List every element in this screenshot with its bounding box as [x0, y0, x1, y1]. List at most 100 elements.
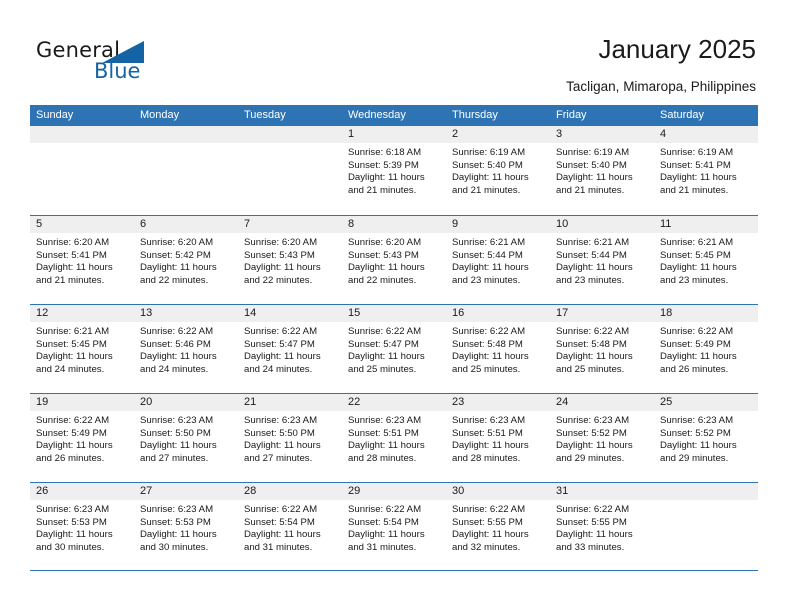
- daylight-text-line1: Daylight: 11 hours: [660, 351, 737, 363]
- day-info: Sunrise: 6:22 AM Sunset: 5:54 PM Dayligh…: [342, 500, 446, 554]
- daylight-text-line1: Daylight: 11 hours: [36, 351, 113, 363]
- day-cell[interactable]: 11 Sunrise: 6:21 AM Sunset: 5:45 PM Dayl…: [654, 216, 758, 304]
- daylight-text-line1: Daylight: 11 hours: [140, 262, 217, 274]
- day-number: 13: [134, 305, 238, 322]
- sunset-text: Sunset: 5:54 PM: [244, 516, 315, 528]
- day-cell[interactable]: 15 Sunrise: 6:22 AM Sunset: 5:47 PM Dayl…: [342, 305, 446, 393]
- day-info: Sunrise: 6:20 AM Sunset: 5:43 PM Dayligh…: [342, 233, 446, 287]
- day-number: [238, 126, 342, 143]
- daylight-text-line2: and 29 minutes.: [556, 452, 625, 464]
- sunset-text: Sunset: 5:53 PM: [36, 516, 107, 528]
- day-number: 3: [550, 126, 654, 143]
- day-cell[interactable]: 24 Sunrise: 6:23 AM Sunset: 5:52 PM Dayl…: [550, 394, 654, 482]
- calendar-grid: Sunday Monday Tuesday Wednesday Thursday…: [30, 105, 758, 571]
- day-cell[interactable]: 16 Sunrise: 6:22 AM Sunset: 5:48 PM Dayl…: [446, 305, 550, 393]
- daylight-text-line1: Daylight: 11 hours: [36, 529, 113, 541]
- day-cell[interactable]: 5 Sunrise: 6:20 AM Sunset: 5:41 PM Dayli…: [30, 216, 134, 304]
- day-cell[interactable]: 12 Sunrise: 6:21 AM Sunset: 5:45 PM Dayl…: [30, 305, 134, 393]
- day-cell[interactable]: 4 Sunrise: 6:19 AM Sunset: 5:41 PM Dayli…: [654, 126, 758, 215]
- day-cell[interactable]: 14 Sunrise: 6:22 AM Sunset: 5:47 PM Dayl…: [238, 305, 342, 393]
- day-info: Sunrise: 6:22 AM Sunset: 5:48 PM Dayligh…: [446, 322, 550, 376]
- day-info: Sunrise: 6:23 AM Sunset: 5:53 PM Dayligh…: [134, 500, 238, 554]
- sunset-text: Sunset: 5:53 PM: [140, 516, 211, 528]
- day-cell[interactable]: [654, 483, 758, 570]
- daylight-text-line2: and 23 minutes.: [660, 274, 729, 286]
- day-cell[interactable]: 2 Sunrise: 6:19 AM Sunset: 5:40 PM Dayli…: [446, 126, 550, 215]
- daylight-text-line2: and 22 minutes.: [244, 274, 313, 286]
- day-info: Sunrise: 6:20 AM Sunset: 5:43 PM Dayligh…: [238, 233, 342, 287]
- day-cell[interactable]: 27 Sunrise: 6:23 AM Sunset: 5:53 PM Dayl…: [134, 483, 238, 570]
- day-info: Sunrise: 6:23 AM Sunset: 5:53 PM Dayligh…: [30, 500, 134, 554]
- daylight-text-line2: and 21 minutes.: [452, 184, 521, 196]
- daylight-text-line1: Daylight: 11 hours: [556, 351, 633, 363]
- day-cell[interactable]: 10 Sunrise: 6:21 AM Sunset: 5:44 PM Dayl…: [550, 216, 654, 304]
- day-number: 8: [342, 216, 446, 233]
- day-cell[interactable]: 21 Sunrise: 6:23 AM Sunset: 5:50 PM Dayl…: [238, 394, 342, 482]
- day-cell[interactable]: 7 Sunrise: 6:20 AM Sunset: 5:43 PM Dayli…: [238, 216, 342, 304]
- page-title: January 2025: [598, 34, 756, 64]
- sunset-text: Sunset: 5:52 PM: [660, 427, 731, 439]
- day-cell[interactable]: 25 Sunrise: 6:23 AM Sunset: 5:52 PM Dayl…: [654, 394, 758, 482]
- daylight-text-line1: Daylight: 11 hours: [348, 351, 425, 363]
- day-cell[interactable]: 20 Sunrise: 6:23 AM Sunset: 5:50 PM Dayl…: [134, 394, 238, 482]
- daylight-text-line1: Daylight: 11 hours: [140, 529, 217, 541]
- day-number: 23: [446, 394, 550, 411]
- day-number: 9: [446, 216, 550, 233]
- daylight-text-line2: and 21 minutes.: [36, 274, 105, 286]
- daylight-text-line1: Daylight: 11 hours: [452, 351, 529, 363]
- day-info: Sunrise: 6:22 AM Sunset: 5:49 PM Dayligh…: [654, 322, 758, 376]
- day-cell[interactable]: 31 Sunrise: 6:22 AM Sunset: 5:55 PM Dayl…: [550, 483, 654, 570]
- day-cell[interactable]: 22 Sunrise: 6:23 AM Sunset: 5:51 PM Dayl…: [342, 394, 446, 482]
- daylight-text-line2: and 22 minutes.: [140, 274, 209, 286]
- weekday-header-monday: Monday: [140, 109, 180, 121]
- day-number: [654, 483, 758, 500]
- day-cell[interactable]: 19 Sunrise: 6:22 AM Sunset: 5:49 PM Dayl…: [30, 394, 134, 482]
- day-cell[interactable]: 28 Sunrise: 6:22 AM Sunset: 5:54 PM Dayl…: [238, 483, 342, 570]
- sunrise-text: Sunrise: 6:23 AM: [36, 504, 110, 515]
- day-info: Sunrise: 6:20 AM Sunset: 5:41 PM Dayligh…: [30, 233, 134, 287]
- day-cell[interactable]: 9 Sunrise: 6:21 AM Sunset: 5:44 PM Dayli…: [446, 216, 550, 304]
- calendar-page: General Blue January 2025 Tacligan, Mima…: [0, 0, 792, 612]
- day-info: Sunrise: 6:20 AM Sunset: 5:42 PM Dayligh…: [134, 233, 238, 287]
- day-cell[interactable]: 3 Sunrise: 6:19 AM Sunset: 5:40 PM Dayli…: [550, 126, 654, 215]
- day-cell[interactable]: [134, 126, 238, 215]
- day-number: [30, 126, 134, 143]
- sunrise-text: Sunrise: 6:21 AM: [36, 326, 110, 337]
- daylight-text-line1: Daylight: 11 hours: [660, 262, 737, 274]
- day-number: 17: [550, 305, 654, 322]
- day-cell[interactable]: 13 Sunrise: 6:22 AM Sunset: 5:46 PM Dayl…: [134, 305, 238, 393]
- daylight-text-line1: Daylight: 11 hours: [244, 351, 321, 363]
- day-number: 10: [550, 216, 654, 233]
- day-cell[interactable]: [238, 126, 342, 215]
- sunrise-text: Sunrise: 6:22 AM: [244, 326, 318, 337]
- day-cell[interactable]: 6 Sunrise: 6:20 AM Sunset: 5:42 PM Dayli…: [134, 216, 238, 304]
- sunrise-text: Sunrise: 6:22 AM: [140, 326, 214, 337]
- day-info: Sunrise: 6:22 AM Sunset: 5:49 PM Dayligh…: [30, 411, 134, 465]
- day-cell[interactable]: 23 Sunrise: 6:23 AM Sunset: 5:51 PM Dayl…: [446, 394, 550, 482]
- day-cell[interactable]: 29 Sunrise: 6:22 AM Sunset: 5:54 PM Dayl…: [342, 483, 446, 570]
- day-cell[interactable]: 26 Sunrise: 6:23 AM Sunset: 5:53 PM Dayl…: [30, 483, 134, 570]
- day-cell[interactable]: 30 Sunrise: 6:22 AM Sunset: 5:55 PM Dayl…: [446, 483, 550, 570]
- day-number: 29: [342, 483, 446, 500]
- day-cell[interactable]: 8 Sunrise: 6:20 AM Sunset: 5:43 PM Dayli…: [342, 216, 446, 304]
- sunset-text: Sunset: 5:40 PM: [556, 159, 627, 171]
- day-cell[interactable]: 18 Sunrise: 6:22 AM Sunset: 5:49 PM Dayl…: [654, 305, 758, 393]
- day-number: 1: [342, 126, 446, 143]
- day-cell[interactable]: 17 Sunrise: 6:22 AM Sunset: 5:48 PM Dayl…: [550, 305, 654, 393]
- daylight-text-line2: and 24 minutes.: [244, 363, 313, 375]
- daylight-text-line2: and 28 minutes.: [452, 452, 521, 464]
- daylight-text-line1: Daylight: 11 hours: [36, 440, 113, 452]
- day-number: 6: [134, 216, 238, 233]
- day-info: Sunrise: 6:23 AM Sunset: 5:50 PM Dayligh…: [238, 411, 342, 465]
- daylight-text-line1: Daylight: 11 hours: [452, 262, 529, 274]
- week-row: 1 Sunrise: 6:18 AM Sunset: 5:39 PM Dayli…: [30, 126, 758, 215]
- weekday-header-thursday: Thursday: [452, 109, 498, 121]
- day-info: Sunrise: 6:21 AM Sunset: 5:44 PM Dayligh…: [550, 233, 654, 287]
- day-cell[interactable]: 1 Sunrise: 6:18 AM Sunset: 5:39 PM Dayli…: [342, 126, 446, 215]
- day-number: 19: [30, 394, 134, 411]
- sunset-text: Sunset: 5:47 PM: [348, 338, 419, 350]
- day-number: 30: [446, 483, 550, 500]
- day-cell[interactable]: [30, 126, 134, 215]
- daylight-text-line2: and 30 minutes.: [36, 541, 105, 553]
- sunset-text: Sunset: 5:45 PM: [36, 338, 107, 350]
